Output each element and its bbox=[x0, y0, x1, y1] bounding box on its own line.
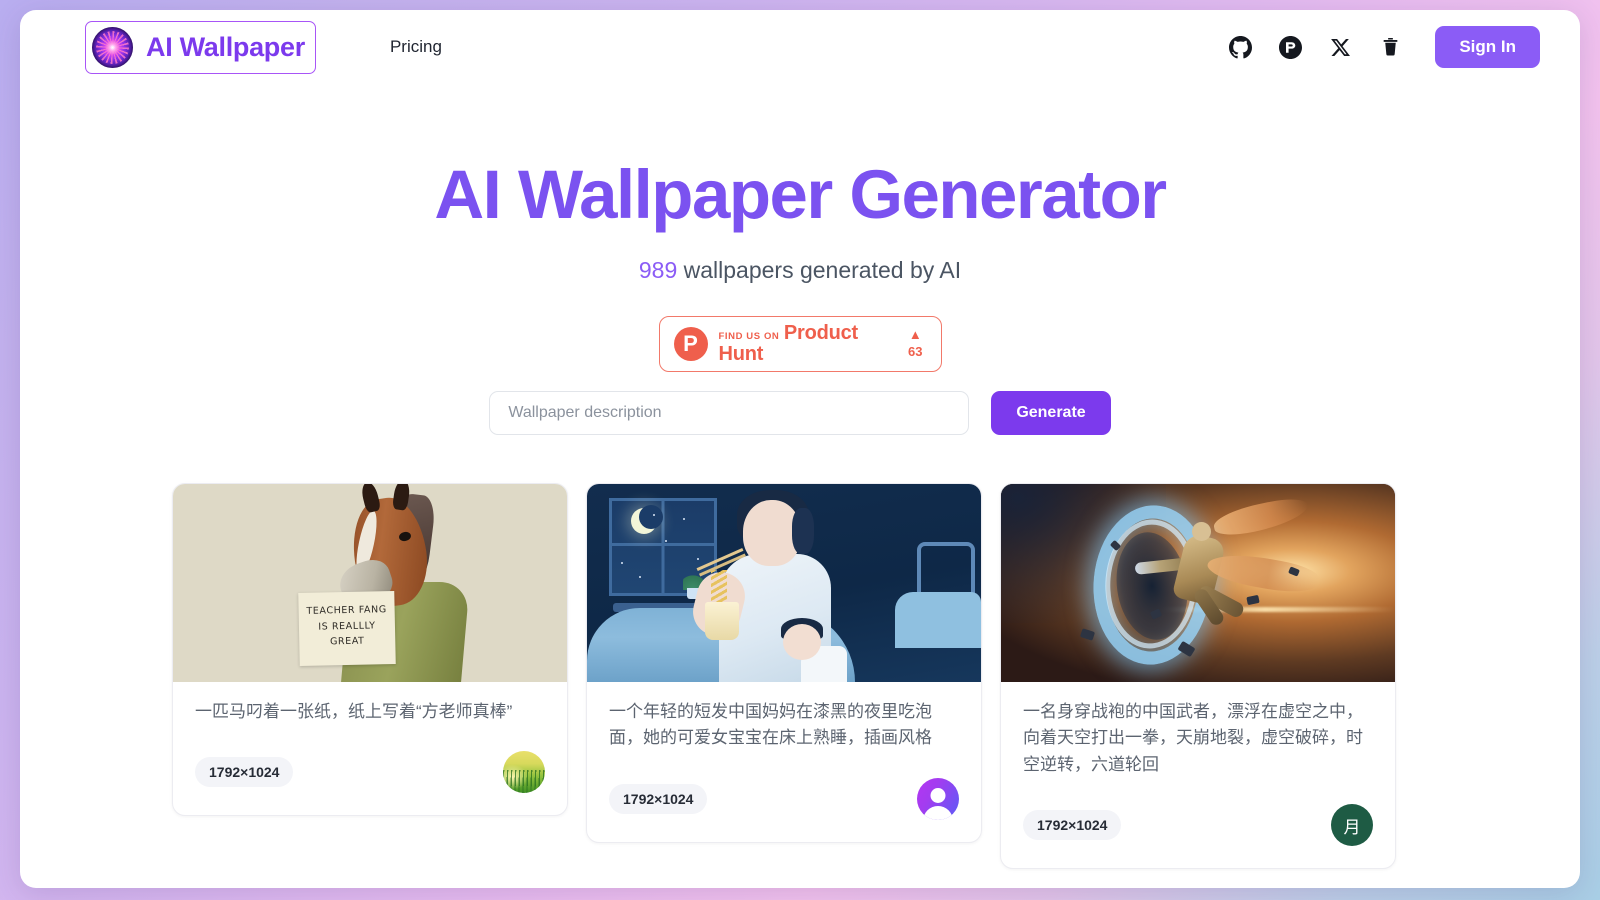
upvote-arrow-icon: ▲ bbox=[908, 327, 922, 343]
resolution-badge: 1792×1024 bbox=[195, 757, 294, 788]
letter-avatar[interactable]: 月 bbox=[1331, 804, 1373, 847]
app-window: AI Wallpaper Pricing Sign In AI Wallpape… bbox=[20, 10, 1580, 888]
card-body: 一个年轻的短发中国妈妈在漆黑的夜里吃泡面，她的可爱女宝宝在床上熟睡，插画风格 bbox=[587, 682, 981, 752]
product-hunt-find-us-label: FIND US ON bbox=[718, 331, 780, 342]
nav-right-group: Sign In bbox=[1229, 26, 1540, 68]
sign-line: GREAT bbox=[329, 635, 365, 648]
grass-photo-avatar[interactable] bbox=[503, 751, 545, 794]
product-hunt-name-label: Product Hunt bbox=[718, 322, 859, 365]
warrior-vortex-thumbnail[interactable] bbox=[1001, 484, 1395, 682]
generate-button[interactable]: Generate bbox=[991, 391, 1111, 435]
nav-links: Pricing bbox=[390, 37, 442, 57]
wallpaper-caption: 一匹马叼着一张纸，纸上写着“方老师真棒” bbox=[195, 702, 513, 721]
brand-logo-link[interactable]: AI Wallpaper bbox=[85, 20, 316, 74]
wallpaper-caption: 一名身穿战袍的中国武者，漂浮在虚空之中，向着天空打出一拳，天崩地裂，虚空破碎，时… bbox=[1023, 702, 1363, 774]
wallpaper-card[interactable]: 一名身穿战袍的中国武者，漂浮在虚空之中，向着天空打出一拳，天崩地裂，虚空破碎，时… bbox=[1000, 483, 1396, 870]
wallpaper-count: 989 bbox=[638, 257, 678, 283]
page-title: AI Wallpaper Generator bbox=[434, 156, 1167, 233]
wallpaper-card[interactable]: 一个年轻的短发中国妈妈在漆黑的夜里吃泡面，她的可爱女宝宝在床上熟睡，插画风格 1… bbox=[586, 483, 982, 843]
resolution-badge: 1792×1024 bbox=[1023, 810, 1122, 841]
card-body: 一名身穿战袍的中国武者，漂浮在虚空之中，向着天空打出一拳，天崩地裂，虚空破碎，时… bbox=[1001, 682, 1395, 778]
hero-section: AI Wallpaper Generator 989 wallpapers ge… bbox=[20, 160, 1580, 372]
card-footer: 1792×1024 bbox=[173, 725, 567, 815]
wallpaper-description-input[interactable] bbox=[489, 391, 970, 435]
sign-line: TEACHER FANG bbox=[306, 604, 387, 617]
night-bedroom-mother-baby-thumbnail[interactable] bbox=[587, 484, 981, 682]
sign-in-image: TEACHER FANG IS REALLLY GREAT bbox=[298, 591, 396, 666]
wallpaper-caption: 一个年轻的短发中国妈妈在漆黑的夜里吃泡面，她的可爱女宝宝在床上熟睡，插画风格 bbox=[609, 702, 932, 748]
card-footer: 1792×1024 bbox=[587, 752, 981, 842]
chat-bubble-avatar[interactable] bbox=[917, 777, 959, 820]
product-hunt-icon[interactable] bbox=[1279, 35, 1303, 59]
hero-subtitle-text: wallpapers generated by AI bbox=[677, 257, 962, 283]
horse-holding-sign-thumbnail[interactable]: TEACHER FANG IS REALLLY GREAT bbox=[173, 484, 567, 682]
product-hunt-badge[interactable]: P FIND US ON Product Hunt ▲ 63 bbox=[658, 316, 942, 372]
resolution-badge: 1792×1024 bbox=[609, 783, 708, 814]
sign-in-button[interactable]: Sign In bbox=[1435, 26, 1540, 68]
card-body: 一匹马叼着一张纸，纸上写着“方老师真棒” bbox=[173, 682, 567, 725]
x-twitter-icon[interactable] bbox=[1329, 36, 1352, 59]
coffee-cup-icon[interactable] bbox=[1379, 36, 1402, 59]
mandala-logo-icon bbox=[92, 26, 133, 68]
product-hunt-badge-icon: P bbox=[673, 327, 708, 361]
wallpaper-grid: TEACHER FANG IS REALLLY GREAT 一匹马叼着一张纸，纸… bbox=[172, 483, 1428, 870]
top-navigation-bar: AI Wallpaper Pricing Sign In bbox=[20, 10, 1580, 84]
github-icon[interactable] bbox=[1229, 35, 1253, 59]
wallpaper-card[interactable]: TEACHER FANG IS REALLLY GREAT 一匹马叼着一张纸，纸… bbox=[172, 483, 568, 817]
generate-form: Generate bbox=[20, 391, 1580, 435]
product-hunt-upvotes: ▲ 63 bbox=[908, 327, 926, 361]
brand-name: AI Wallpaper bbox=[146, 31, 305, 62]
card-footer: 1792×1024 月 bbox=[1001, 778, 1395, 868]
hero-subtitle: 989 wallpapers generated by AI bbox=[20, 257, 1580, 284]
upvote-count: 63 bbox=[908, 344, 923, 359]
product-hunt-badge-text: FIND US ON Product Hunt bbox=[719, 323, 898, 365]
nav-link-pricing[interactable]: Pricing bbox=[390, 37, 442, 57]
